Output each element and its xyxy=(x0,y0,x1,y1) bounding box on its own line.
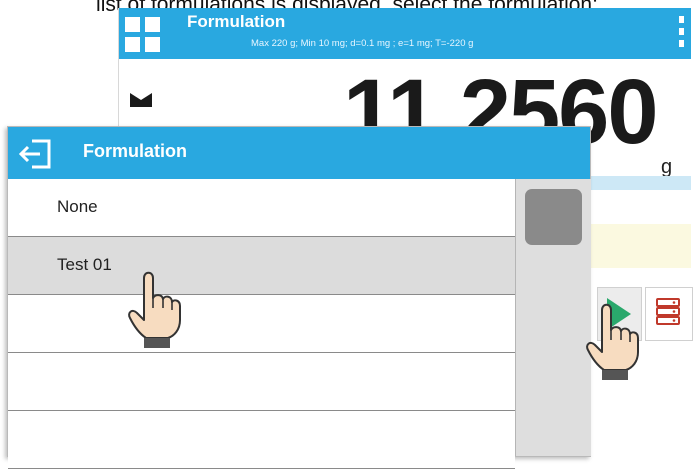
list-item-test-01[interactable]: Test 01 xyxy=(8,237,515,295)
back-icon[interactable] xyxy=(18,137,54,171)
list-item-label: Test 01 xyxy=(57,255,112,274)
list-item-none[interactable]: None xyxy=(8,179,515,237)
list-item-label: None xyxy=(57,197,98,216)
list-item-empty[interactable] xyxy=(8,353,515,411)
info-field: : xyxy=(579,224,691,268)
hand-pointer-icon xyxy=(586,303,639,380)
stability-icon xyxy=(130,93,152,107)
scrollbar-thumb[interactable] xyxy=(525,189,582,245)
list-item-empty[interactable] xyxy=(8,411,515,469)
dialog-header: Formulation xyxy=(8,127,590,179)
kebab-icon[interactable] xyxy=(678,16,686,50)
dialog-title: Formulation xyxy=(83,141,187,161)
hand-pointer-icon xyxy=(128,271,181,348)
scale-title: Formulation xyxy=(187,12,286,31)
formulation-list: None Test 01 xyxy=(8,179,515,469)
database-icon xyxy=(656,298,680,325)
scale-specs: Max 220 g; Min 10 mg; d=0.1 mg ; e=1 mg;… xyxy=(251,38,474,49)
database-button[interactable] xyxy=(645,287,693,341)
formulation-dialog: Formulation None Test 01 xyxy=(7,126,591,469)
grid-icon[interactable] xyxy=(125,17,161,53)
list-item-empty[interactable] xyxy=(8,295,515,353)
scale-header: Formulation Max 220 g; Min 10 mg; d=0.1 … xyxy=(119,8,691,59)
